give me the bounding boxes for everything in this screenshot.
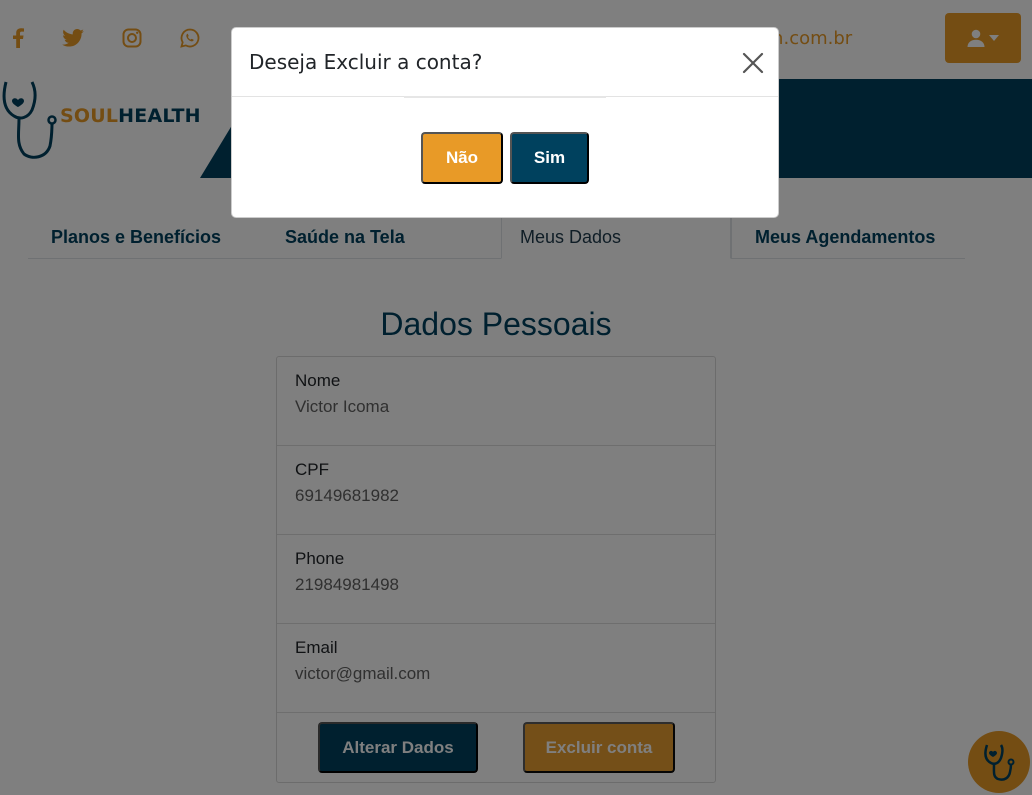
modal-divider: [404, 96, 606, 98]
cancel-button[interactable]: Não: [421, 132, 503, 184]
confirm-button[interactable]: Sim: [510, 132, 589, 184]
modal-title: Deseja Excluir a conta?: [249, 50, 483, 74]
modal-header: Deseja Excluir a conta?: [232, 28, 778, 97]
delete-account-modal: Deseja Excluir a conta? Não Sim: [231, 27, 779, 218]
close-icon[interactable]: [742, 52, 764, 74]
